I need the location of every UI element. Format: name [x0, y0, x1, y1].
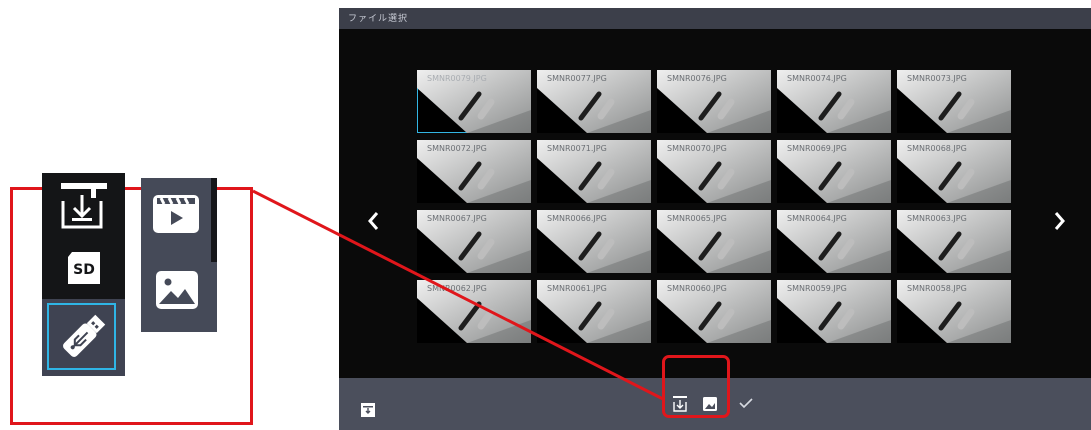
storage-selector: SD [42, 173, 125, 376]
file-name: SMNR0061.JPG [547, 284, 607, 293]
file-name: SMNR0073.JPG [907, 74, 967, 83]
internal-storage-icon[interactable] [59, 181, 109, 233]
thumbnail[interactable]: SMNR0062.JPG [417, 280, 531, 343]
thumbnail[interactable]: SMNR0067.JPG [417, 210, 531, 273]
sd-label: SD [73, 262, 95, 278]
thumbnail[interactable]: SMNR0072.JPG [417, 140, 531, 203]
file-name: SMNR0067.JPG [427, 214, 487, 223]
file-name: SMNR0070.JPG [667, 144, 727, 153]
thumbnail[interactable]: SMNR0059.JPG [777, 280, 891, 343]
file-name: SMNR0059.JPG [787, 284, 847, 293]
thumbnail[interactable]: SMNR0063.JPG [897, 210, 1011, 273]
file-name: SMNR0062.JPG [427, 284, 487, 293]
file-name: SMNR0076.JPG [667, 74, 727, 83]
thumbnail[interactable]: SMNR0060.JPG [657, 280, 771, 343]
file-name: SMNR0072.JPG [427, 144, 487, 153]
thumbnail[interactable]: SMNR0069.JPG [777, 140, 891, 203]
thumbnail[interactable]: SMNR0064.JPG [777, 210, 891, 273]
toolbar-highlight-box [662, 355, 730, 418]
file-name: SMNR0058.JPG [907, 284, 967, 293]
title-bar: ファイル選択 [339, 8, 1091, 29]
thumbnail[interactable]: SMNR0076.JPG [657, 70, 771, 133]
thumbnail[interactable]: SMNR0079.JPG [417, 70, 531, 133]
video-icon[interactable] [150, 192, 202, 236]
thumbnail[interactable]: SMNR0068.JPG [897, 140, 1011, 203]
file-name: SMNR0079.JPG [427, 74, 487, 83]
thumbnail[interactable]: SMNR0071.JPG [537, 140, 651, 203]
file-name: SMNR0060.JPG [667, 284, 727, 293]
file-name: SMNR0064.JPG [787, 214, 847, 223]
thumbnail[interactable]: SMNR0058.JPG [897, 280, 1011, 343]
thumbnail[interactable]: SMNR0066.JPG [537, 210, 651, 273]
thumbnail[interactable]: SMNR0077.JPG [537, 70, 651, 133]
file-name: SMNR0063.JPG [907, 214, 967, 223]
confirm-check-icon[interactable] [739, 397, 753, 409]
thumbnail[interactable]: SMNR0061.JPG [537, 280, 651, 343]
file-name: SMNR0068.JPG [907, 144, 967, 153]
usb-option[interactable] [42, 299, 125, 376]
file-name: SMNR0066.JPG [547, 214, 607, 223]
window-title: ファイル選択 [348, 14, 409, 24]
divider-strip [211, 178, 217, 262]
file-name: SMNR0069.JPG [787, 144, 847, 153]
next-page-arrow-icon[interactable] [1052, 207, 1068, 235]
sd-card-icon[interactable]: SD [66, 251, 102, 285]
thumbnail[interactable]: SMNR0073.JPG [897, 70, 1011, 133]
thumbnail[interactable]: SMNR0070.JPG [657, 140, 771, 203]
usb-drive-icon[interactable] [57, 309, 111, 363]
file-name: SMNR0065.JPG [667, 214, 727, 223]
thumbnail[interactable]: SMNR0074.JPG [777, 70, 891, 133]
file-name: SMNR0071.JPG [547, 144, 607, 153]
file-name: SMNR0077.JPG [547, 74, 607, 83]
prev-page-arrow-icon[interactable] [365, 207, 381, 235]
file-name: SMNR0074.JPG [787, 74, 847, 83]
media-type-selector [141, 178, 217, 332]
thumbnail[interactable]: SMNR0065.JPG [657, 210, 771, 273]
image-icon[interactable] [153, 268, 201, 312]
internal-storage-icon[interactable] [361, 403, 375, 417]
